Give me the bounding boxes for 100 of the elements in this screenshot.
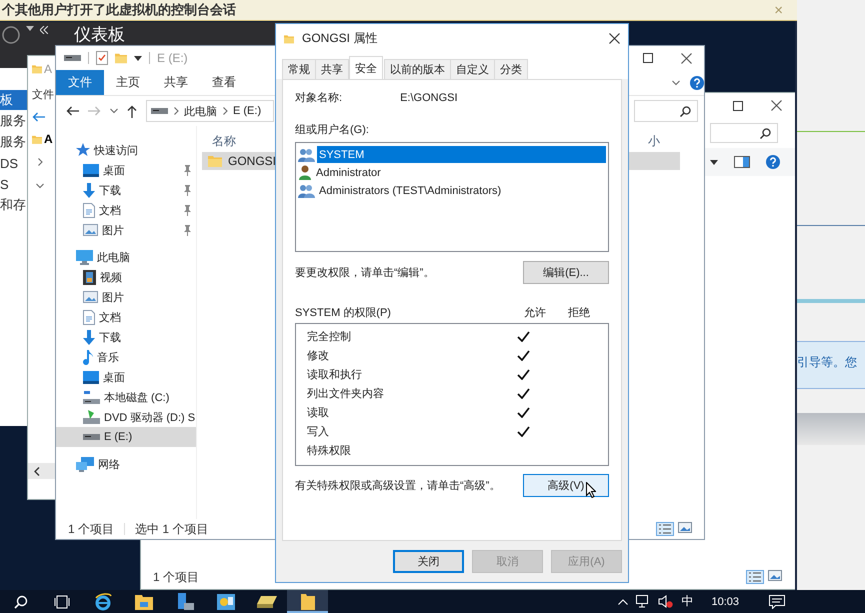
- permission-name: 完全控制: [307, 330, 352, 344]
- back-arrow-icon: [66, 106, 79, 116]
- permission-name: 写入: [307, 425, 330, 439]
- help-icon: [766, 155, 780, 169]
- user-group-icon: [298, 148, 315, 162]
- notification-text: 个其他用户打开了此虚拟机的控制台会话: [2, 1, 236, 19]
- nav-item[interactable]: DS: [0, 153, 27, 173]
- search-icon: [760, 128, 771, 138]
- ribbon-tab[interactable]: 文件: [56, 70, 104, 95]
- search-field[interactable]: [710, 123, 778, 143]
- drive-icon: [256, 596, 276, 608]
- nav-item[interactable]: 文档: [56, 307, 196, 327]
- status-text: 1 个项目: [153, 568, 200, 586]
- caret-icon: [710, 160, 718, 164]
- disc-drive-icon: [83, 410, 100, 424]
- nav-item[interactable]: 音乐: [56, 347, 196, 367]
- tab[interactable]: 自定义: [450, 59, 495, 79]
- close-icon: [771, 100, 782, 111]
- close-icon: [681, 52, 692, 64]
- maximize-icon: [643, 52, 653, 62]
- tab[interactable]: 分类: [494, 59, 528, 79]
- tree-item[interactable]: A: [44, 132, 53, 146]
- folder-icon: [208, 154, 222, 168]
- dialog-title: GONGSI 属性: [302, 30, 378, 47]
- nav-item[interactable]: 网络: [56, 454, 196, 474]
- search-icon: [14, 594, 28, 608]
- clock[interactable]: 10:03: [711, 593, 739, 608]
- monitor-icon: [83, 164, 99, 176]
- advanced-button[interactable]: 高级(V): [523, 474, 609, 497]
- double-chevron-icon: [40, 26, 48, 34]
- details-view-icon: [746, 570, 764, 584]
- nav-item[interactable]: 服务: [0, 111, 27, 131]
- column-header[interactable]: 小: [648, 132, 660, 150]
- chevron-right-icon: [36, 158, 44, 166]
- nav-item[interactable]: 板: [0, 90, 27, 110]
- input-method-indicator[interactable]: 中: [681, 593, 694, 610]
- permission-name: 列出文件夹内容: [307, 386, 385, 401]
- tab[interactable]: 常规: [282, 59, 316, 79]
- chevron-right-icon: [172, 107, 180, 115]
- user-group-icon: [298, 184, 315, 198]
- music-note-icon: [83, 350, 93, 364]
- column-header: 允许: [523, 306, 547, 320]
- status-text: 1 个项目: [68, 520, 114, 538]
- nav-item[interactable]: 视频: [56, 267, 196, 287]
- up-arrow-icon: [127, 104, 137, 118]
- taskbar-button[interactable]: [287, 590, 328, 613]
- film-icon: [83, 270, 96, 284]
- nav-item[interactable]: 图片: [56, 220, 196, 240]
- nav-item[interactable]: 服务: [0, 132, 27, 152]
- nav-item[interactable]: 此电脑: [56, 247, 196, 267]
- nav-item[interactable]: 桌面: [56, 367, 196, 387]
- ribbon-tab[interactable]: 查看: [200, 70, 248, 95]
- nav-item[interactable]: 本地磁盘 (C:): [56, 387, 196, 407]
- tab[interactable]: 以前的版本: [384, 59, 451, 79]
- nav-item[interactable]: 和存: [0, 195, 27, 215]
- list-item[interactable]: Administrator: [314, 164, 606, 181]
- cursor-icon: [586, 482, 596, 498]
- list-item[interactable]: Administrators (TEST\Administrators): [317, 182, 606, 199]
- user-icon: [298, 165, 312, 180]
- ribbon-tab[interactable]: 文件: [32, 86, 54, 102]
- field-label: 对象名称:: [295, 91, 342, 105]
- nav-item[interactable]: E (E:): [56, 427, 196, 447]
- nav-item[interactable]: DVD 驱动器 (D:) S: [56, 407, 196, 427]
- header-bar: [797, 413, 865, 445]
- tab[interactable]: 共享: [315, 59, 349, 79]
- back-arrow-icon: [32, 112, 45, 122]
- tab[interactable]: 安全: [349, 56, 383, 79]
- ribbon-tab[interactable]: 主页: [104, 70, 152, 95]
- nav-item[interactable]: 下载: [56, 180, 196, 200]
- nav-item[interactable]: 桌面: [56, 160, 196, 180]
- nav-item[interactable]: S: [0, 174, 27, 194]
- ribbon-tab[interactable]: 共享: [152, 70, 200, 95]
- chevron-up-icon: [618, 598, 628, 604]
- dialog-button[interactable]: 关闭: [393, 550, 464, 573]
- address-bar[interactable]: 此电脑 E (E:): [146, 100, 274, 122]
- close-button[interactable]: [609, 33, 620, 44]
- nav-item[interactable]: 下载: [56, 327, 196, 347]
- chevron-right-icon: [221, 107, 229, 115]
- picture-icon: [83, 291, 98, 303]
- dropdown-caret-icon: [26, 26, 34, 31]
- chevron-down-icon: [110, 107, 118, 115]
- dropdown-caret-icon: [134, 56, 142, 60]
- window-title: E (E:): [157, 51, 188, 65]
- notification-icon: [769, 594, 785, 608]
- list-item[interactable]: SYSTEM: [317, 146, 606, 163]
- preview-pane-icon: [734, 156, 750, 168]
- document-icon: [83, 310, 95, 324]
- permission-name: 读取和执行: [307, 368, 363, 382]
- search-field[interactable]: [634, 100, 698, 122]
- nav-item[interactable]: 文档: [56, 200, 196, 220]
- download-arrow-icon: [83, 182, 95, 198]
- task-view-icon: [54, 594, 70, 608]
- window-title: A: [44, 62, 52, 76]
- nav-item[interactable]: 快速访问: [56, 140, 196, 160]
- folder-icon: [134, 594, 152, 610]
- muted-speaker-icon: [658, 595, 674, 608]
- hint-text: 要更改权限，请单击“编辑”。: [295, 266, 434, 280]
- column-header[interactable]: 名称: [212, 132, 236, 150]
- nav-item[interactable]: 图片: [56, 287, 196, 307]
- edit-button[interactable]: 编辑(E)...: [523, 261, 609, 284]
